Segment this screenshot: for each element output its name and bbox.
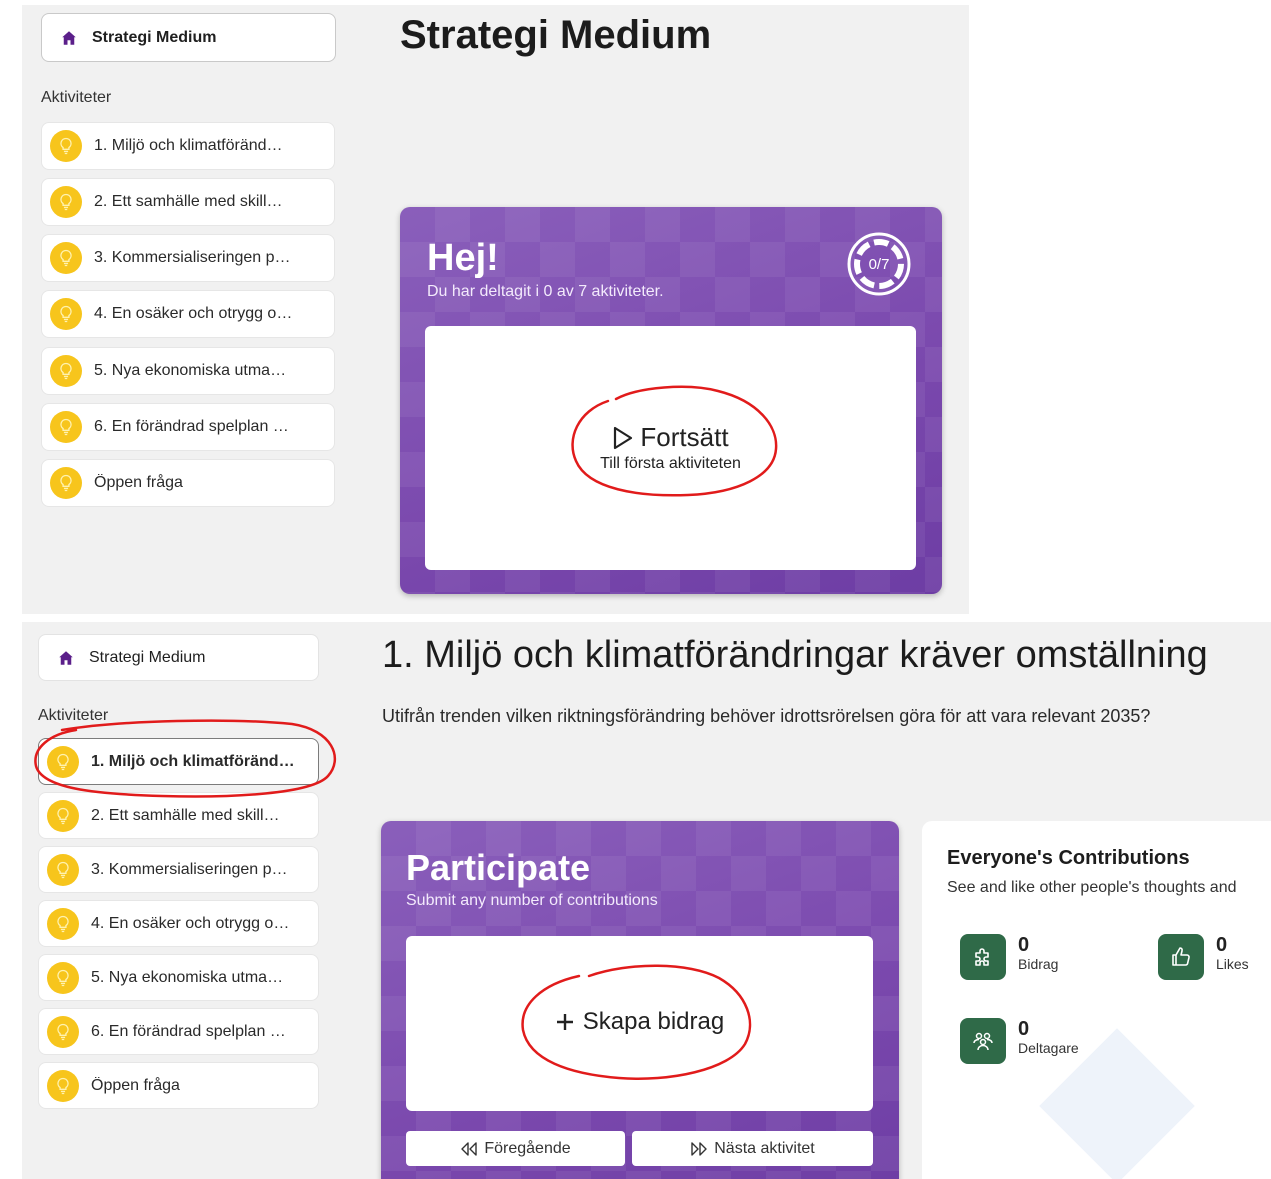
sidebar-item-1[interactable]: 1. Miljö och klimatföränd… (41, 122, 335, 170)
stat-value: 0 (1018, 1018, 1030, 1040)
home-icon (60, 29, 78, 47)
sidebar-item-5[interactable]: 5. Nya ekonomiska utma… (41, 347, 335, 395)
sidebar-item-label: Öppen fråga (94, 474, 183, 491)
sidebar-item-5[interactable]: 5. Nya ekonomiska utma… (38, 954, 319, 1001)
lightbulb-icon (47, 799, 79, 832)
activity-question: Utifrån trenden vilken riktningsförändri… (382, 706, 1151, 726)
sidebar-item-4[interactable]: 4. En osäker och otrygg o… (41, 290, 335, 338)
sidebar-item-label: 2. Ett samhälle med skill… (91, 806, 280, 824)
sidebar-item-1[interactable]: 1. Miljö och klimatföränd… (38, 738, 319, 785)
sidebar-item-open-question[interactable]: Öppen fråga (41, 459, 335, 507)
sidebar-item-label: 3. Kommersialiseringen p… (91, 860, 288, 878)
stat-value: 0 (1216, 934, 1228, 956)
play-icon (612, 426, 634, 450)
stat-value: 0 (1018, 934, 1030, 956)
stat-label: Bidrag (1018, 956, 1059, 972)
lightbulb-icon (50, 186, 82, 218)
card-subheading: Du har deltagit i 0 av 7 aktiviteter. (427, 283, 664, 300)
activities-heading: Aktiviteter (38, 707, 109, 724)
continue-sublabel: Till första aktiviteten (600, 455, 741, 472)
sidebar-item-6[interactable]: 6. En förändrad spelplan … (38, 1008, 319, 1055)
sidebar-item-label: 5. Nya ekonomiska utma… (91, 968, 284, 986)
lightbulb-icon (50, 130, 82, 162)
sidebar-item-label: 1. Miljö och klimatföränd… (91, 752, 295, 770)
lightbulb-icon (47, 907, 79, 940)
create-contribution-label: Skapa bidrag (582, 1008, 725, 1035)
sidebar-item-label: 4. En osäker och otrygg o… (91, 914, 290, 932)
plus-icon (555, 1012, 575, 1032)
home-button[interactable]: Strategi Medium (41, 13, 336, 62)
lightbulb-icon (50, 298, 82, 330)
sidebar-item-4[interactable]: 4. En osäker och otrygg o… (38, 900, 319, 947)
home-icon (57, 649, 75, 667)
previous-label: Föregående (484, 1139, 571, 1157)
next-activity-button[interactable]: Nästa aktivitet (632, 1131, 873, 1166)
fast-forward-icon (690, 1141, 708, 1156)
lightbulb-icon (47, 1069, 79, 1102)
sidebar-item-label: 5. Nya ekonomiska utma… (94, 362, 287, 379)
previous-button[interactable]: Föregående (406, 1131, 625, 1166)
lightbulb-icon (47, 853, 79, 886)
home-label: Strategi Medium (92, 28, 217, 46)
participate-card: Participate Submit any number of contrib… (381, 821, 899, 1179)
thumbs-up-icon (1158, 934, 1204, 980)
page-title: Strategi Medium (400, 13, 712, 57)
progress-ring: 0/7 (846, 231, 912, 297)
stat-label: Deltagare (1018, 1040, 1079, 1056)
lightbulb-icon (47, 961, 79, 994)
card-heading: Participate (406, 847, 591, 888)
continue-label: Fortsätt (640, 422, 729, 452)
progress-text: 0/7 (868, 255, 890, 273)
sidebar-item-label: 2. Ett samhälle med skill… (94, 193, 283, 210)
sidebar-item-6[interactable]: 6. En förändrad spelplan … (41, 403, 335, 451)
lightbulb-icon (47, 1015, 79, 1048)
people-icon (960, 1018, 1006, 1064)
sidebar-item-3[interactable]: 3. Kommersialiseringen p… (41, 234, 335, 282)
sidebar-item-3[interactable]: 3. Kommersialiseringen p… (38, 846, 319, 893)
sidebar-item-2[interactable]: 2. Ett samhälle med skill… (41, 178, 335, 226)
page-title: 1. Miljö och klimatförändringar kräver o… (382, 634, 1208, 676)
sidebar-item-label: 4. En osäker och otrygg o… (94, 305, 293, 322)
stat-participants: 0 Deltagare (960, 1018, 1079, 1064)
sidebar-item-open-question[interactable]: Öppen fråga (38, 1062, 319, 1109)
stat-likes: 0 Likes (1158, 934, 1249, 980)
card-subheading: Submit any number of contributions (406, 892, 658, 909)
sidebar-item-label: 6. En förändrad spelplan … (94, 418, 289, 435)
lightbulb-icon (50, 411, 82, 443)
rewind-icon (460, 1141, 478, 1156)
continue-button[interactable]: Fortsätt Till första aktiviteten (425, 422, 916, 473)
welcome-card: Hej! Du har deltagit i 0 av 7 aktivitete… (400, 207, 942, 594)
sidebar-item-label: Öppen fråga (91, 1076, 180, 1094)
action-box: Skapa bidrag (406, 936, 873, 1111)
contributions-subtitle: See and like other people's thoughts and (947, 879, 1237, 896)
activities-heading: Aktiviteter (41, 89, 112, 106)
home-label: Strategi Medium (89, 648, 206, 666)
puzzle-icon (960, 934, 1006, 980)
next-activity-label: Nästa aktivitet (714, 1139, 815, 1157)
create-contribution-button[interactable]: Skapa bidrag (406, 1008, 873, 1036)
top-screenshot-panel: Strategi Medium Aktiviteter 1. Miljö och… (22, 5, 969, 614)
sidebar-item-2[interactable]: 2. Ett samhälle med skill… (38, 792, 319, 839)
card-heading: Hej! (427, 237, 499, 279)
contributions-card: Everyone's Contributions See and like ot… (922, 821, 1271, 1179)
contributions-title: Everyone's Contributions (947, 847, 1190, 869)
lightbulb-icon (50, 242, 82, 274)
lightbulb-icon (50, 467, 82, 499)
bottom-screenshot-panel: Strategi Medium Aktiviteter 1. Miljö och… (22, 622, 1271, 1179)
action-box: Fortsätt Till första aktiviteten (425, 326, 916, 570)
stat-label: Likes (1216, 956, 1249, 972)
lightbulb-icon (50, 355, 82, 387)
lightbulb-icon (47, 745, 79, 778)
home-button[interactable]: Strategi Medium (38, 634, 319, 681)
stat-contributions: 0 Bidrag (960, 934, 1058, 980)
sidebar-item-label: 1. Miljö och klimatföränd… (94, 137, 283, 154)
sidebar-item-label: 6. En förändrad spelplan … (91, 1022, 286, 1040)
sidebar-item-label: 3. Kommersialiseringen p… (94, 249, 291, 266)
